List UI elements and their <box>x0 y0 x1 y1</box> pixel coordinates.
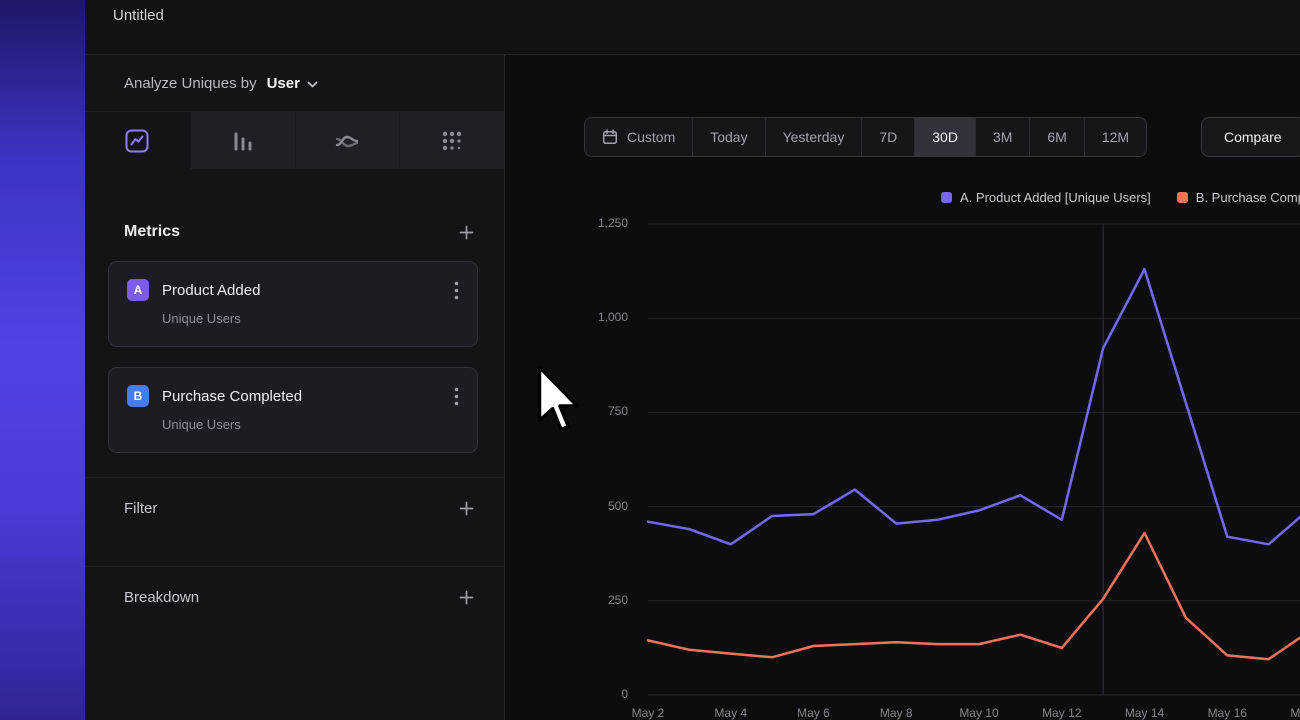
add-filter-button[interactable] <box>459 501 474 516</box>
sidebar: Analyze Uniques by User <box>85 55 505 720</box>
metric-measurement[interactable]: Unique Users <box>162 417 459 432</box>
legend-swatch <box>1177 192 1188 203</box>
breakdown-section-row: Breakdown <box>85 567 504 627</box>
metric-card-a[interactable]: A Product Added Unique Users <box>108 261 478 347</box>
view-tabs <box>85 112 504 169</box>
legend-item[interactable]: A. Product Added [Unique Users] <box>941 190 1151 205</box>
chevron-down-icon[interactable] <box>307 81 318 88</box>
tab-retention[interactable] <box>399 112 504 169</box>
topbar: Untitled <box>85 0 1300 55</box>
mouse-cursor <box>537 363 583 437</box>
legend-item[interactable]: B. Purchase Completed [Unique Users] <box>1177 190 1300 205</box>
x-tick-label: May 6 <box>782 706 846 720</box>
analyze-by-value[interactable]: User <box>267 75 300 92</box>
y-tick-label: 1,000 <box>546 310 628 324</box>
left-gradient-strip <box>0 0 85 720</box>
x-tick-label: May 18 <box>1278 706 1300 720</box>
tab-bar-report[interactable] <box>190 112 295 169</box>
y-tick-label: 250 <box>546 593 628 607</box>
filter-section-row: Filter <box>85 478 504 538</box>
insights-chart-icon <box>124 128 150 154</box>
calendar-icon <box>602 129 618 145</box>
range-12m[interactable]: 12M <box>1084 118 1146 156</box>
analyze-by-label: Analyze Uniques by <box>124 75 257 92</box>
y-tick-label: 500 <box>546 499 628 513</box>
filter-label: Filter <box>124 500 157 517</box>
metrics-header: Metrics <box>124 223 474 241</box>
date-range-group: CustomTodayYesterday7D30D3M6M12M <box>584 117 1147 157</box>
add-metric-button[interactable] <box>459 225 474 240</box>
report-title[interactable]: Untitled <box>113 7 164 24</box>
range-3m[interactable]: 3M <box>975 118 1029 156</box>
bar-chart-icon <box>230 128 256 154</box>
compare-button[interactable]: Compare <box>1201 117 1300 157</box>
range-7d[interactable]: 7D <box>861 118 914 156</box>
plus-icon <box>459 590 474 605</box>
series-a-badge: A <box>127 279 149 301</box>
series-b-badge: B <box>127 385 149 407</box>
breakdown-label: Breakdown <box>124 589 199 606</box>
legend-label: B. Purchase Completed [Unique Users] <box>1196 190 1300 205</box>
x-tick-label: May 2 <box>616 706 680 720</box>
retention-grid-icon <box>439 128 465 154</box>
legend-label: A. Product Added [Unique Users] <box>960 190 1151 205</box>
range-custom[interactable]: Custom <box>585 118 692 156</box>
x-tick-label: May 14 <box>1113 706 1177 720</box>
y-tick-label: 0 <box>546 687 628 701</box>
range-yesterday[interactable]: Yesterday <box>765 118 862 156</box>
x-tick-label: May 8 <box>864 706 928 720</box>
chart-panel: CustomTodayYesterday7D30D3M6M12M Compare… <box>506 55 1300 720</box>
metric-measurement[interactable]: Unique Users <box>162 311 459 326</box>
chart-legend: A. Product Added [Unique Users] B. Purcha… <box>941 190 1300 205</box>
x-tick-label: May 12 <box>1030 706 1094 720</box>
range-30d[interactable]: 30D <box>914 118 975 156</box>
range-today[interactable]: Today <box>692 118 764 156</box>
line-chart[interactable] <box>648 224 1300 695</box>
legend-swatch <box>941 192 952 203</box>
metric-title[interactable]: Product Added <box>162 282 260 299</box>
metric-options-icon[interactable] <box>454 387 459 406</box>
analyze-by-row: Analyze Uniques by User <box>85 55 504 112</box>
x-tick-label: May 4 <box>699 706 763 720</box>
metrics-heading: Metrics <box>124 223 180 241</box>
y-tick-label: 1,250 <box>546 216 628 230</box>
range-6m[interactable]: 6M <box>1029 118 1083 156</box>
plus-icon <box>459 501 474 516</box>
x-tick-label: May 16 <box>1195 706 1259 720</box>
flows-icon <box>334 128 360 154</box>
x-tick-label: May 10 <box>947 706 1011 720</box>
tab-insights[interactable] <box>85 112 190 169</box>
add-breakdown-button[interactable] <box>459 590 474 605</box>
app-root: Untitled Analyze Uniques by User <box>0 0 1300 720</box>
plus-icon <box>459 225 474 240</box>
metric-title[interactable]: Purchase Completed <box>162 388 302 405</box>
metric-options-icon[interactable] <box>454 281 459 300</box>
metric-card-b[interactable]: B Purchase Completed Unique Users <box>108 367 478 453</box>
chart-svg <box>648 224 1300 695</box>
tab-flows[interactable] <box>295 112 400 169</box>
